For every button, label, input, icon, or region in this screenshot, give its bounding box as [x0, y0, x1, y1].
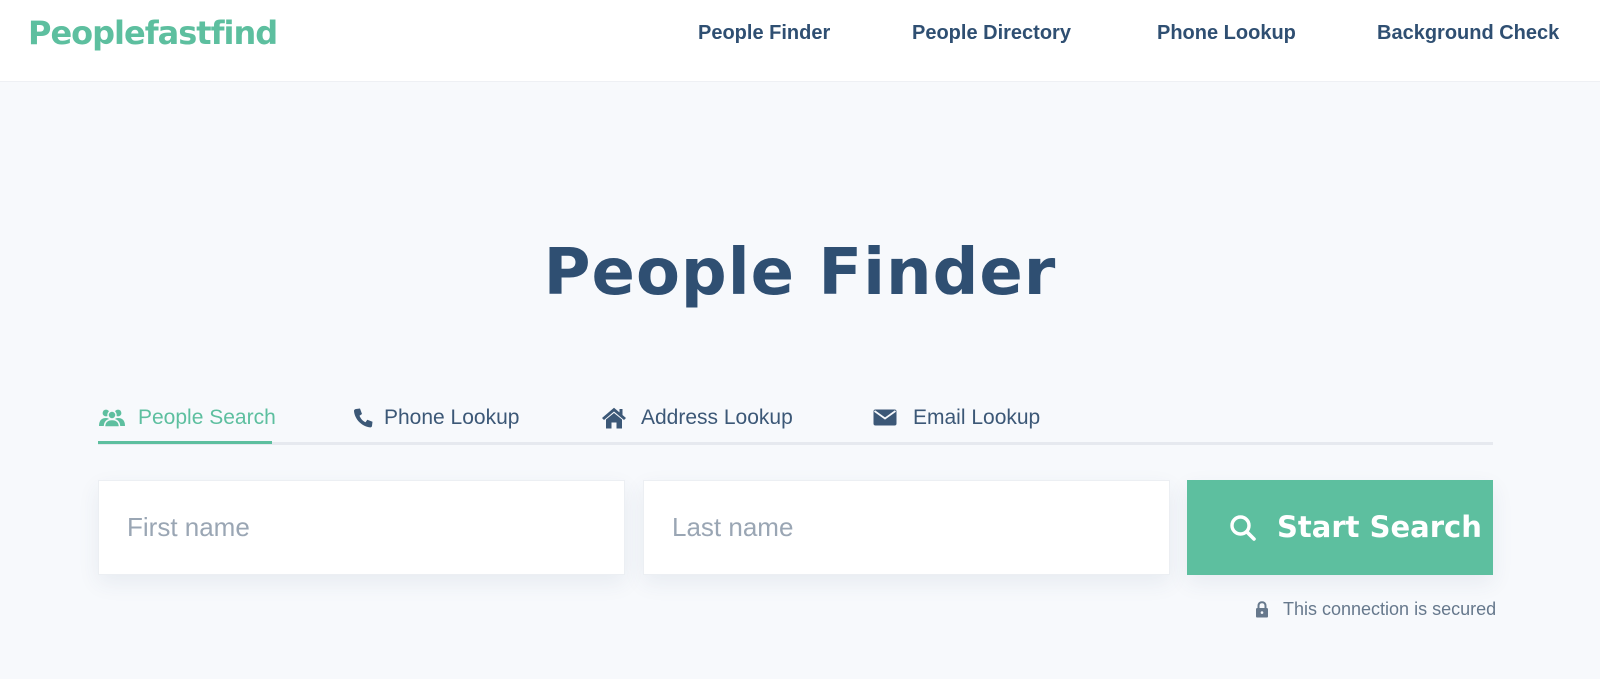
tabs-divider [98, 442, 1493, 445]
envelope-icon [873, 409, 897, 426]
lock-icon [1256, 601, 1268, 618]
search-icon [1230, 515, 1256, 541]
tab-label: Email Lookup [913, 406, 1041, 429]
people-icon [99, 409, 125, 428]
tab-email-lookup[interactable]: Email Lookup [873, 404, 1041, 444]
tab-label: Phone Lookup [384, 406, 520, 429]
home-icon [602, 407, 626, 429]
secure-connection-note: This connection is secured [1255, 599, 1497, 621]
tab-label: Address Lookup [641, 406, 793, 429]
phone-icon [353, 408, 373, 428]
tab-people-search[interactable]: People Search [98, 404, 276, 444]
page-title: People Finder [543, 236, 1057, 310]
site-logo[interactable]: Peoplefastfind [28, 14, 278, 52]
tab-label: People Search [138, 406, 276, 429]
tab-address-lookup[interactable]: Address Lookup [601, 404, 794, 444]
start-search-label: Start Search [1277, 510, 1482, 544]
tab-phone-lookup[interactable]: Phone Lookup [352, 404, 522, 444]
first-name-input[interactable] [98, 480, 625, 575]
last-name-input[interactable] [643, 480, 1170, 575]
nav-people-finder[interactable]: People Finder [698, 22, 830, 45]
nav-people-directory[interactable]: People Directory [912, 22, 1071, 45]
site-header: Peoplefastfind People Finder People Dire… [0, 0, 1600, 82]
nav-background-check[interactable]: Background Check [1377, 22, 1559, 45]
nav-phone-lookup[interactable]: Phone Lookup [1157, 22, 1296, 45]
secure-text: This connection is secured [1283, 599, 1497, 619]
start-search-button[interactable]: Start Search [1187, 480, 1493, 575]
